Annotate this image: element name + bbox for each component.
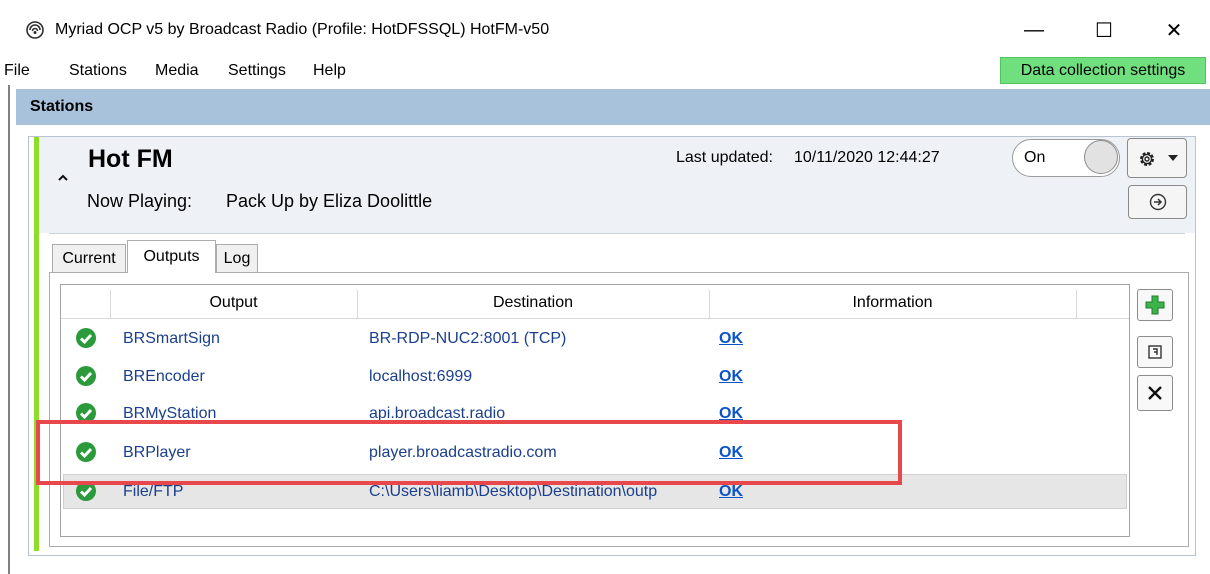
menu-media[interactable]: Media xyxy=(155,62,199,80)
gear-icon xyxy=(1140,152,1154,166)
toggle-label: On xyxy=(1024,149,1046,166)
last-updated-value: 10/11/2020 12:44:27 xyxy=(794,149,940,166)
close-button[interactable]: ✕ xyxy=(1151,13,1197,47)
now-playing-value: Pack Up by Eliza Doolittle xyxy=(226,191,433,211)
window-title: Myriad OCP v5 by Broadcast Radio (Profil… xyxy=(55,21,550,38)
row-output[interactable]: BREncoder xyxy=(123,368,205,386)
delete-output-button[interactable] xyxy=(1137,375,1173,411)
data-collection-settings-button[interactable]: Data collection settings xyxy=(1000,57,1206,84)
column-header-information[interactable]: Information xyxy=(709,294,1076,312)
add-output-button[interactable] xyxy=(1137,289,1173,321)
arrow-right-circle-icon xyxy=(1149,193,1166,211)
settings-dropdown-button[interactable] xyxy=(1127,138,1187,178)
chevron-up-icon[interactable] xyxy=(55,170,71,186)
edit-icon xyxy=(1148,345,1162,359)
chevron-down-icon xyxy=(1168,155,1178,161)
menu-stations[interactable]: Stations xyxy=(69,62,127,80)
menu-file[interactable]: File xyxy=(4,62,30,80)
plus-icon xyxy=(1145,295,1165,315)
minimize-button[interactable]: — xyxy=(1011,13,1057,47)
row-info-link[interactable]: OK xyxy=(719,368,743,386)
check-circle-icon xyxy=(76,366,96,386)
menu-settings[interactable]: Settings xyxy=(228,62,286,80)
row-destination[interactable]: C:\Users\liamb\Desktop\Destination\outp xyxy=(369,483,707,501)
row-destination[interactable]: BR-RDP-NUC2:8001 (TCP) xyxy=(369,330,707,348)
maximize-button[interactable]: ☐ xyxy=(1081,13,1127,47)
menu-help[interactable]: Help xyxy=(313,62,346,80)
station-name: Hot FM xyxy=(88,145,173,173)
row-info-link[interactable]: OK xyxy=(719,483,743,501)
row-destination[interactable]: localhost:6999 xyxy=(369,368,707,386)
now-playing-label: Now Playing: xyxy=(87,191,193,211)
go-to-station-button[interactable] xyxy=(1128,185,1187,219)
window-edge xyxy=(8,85,10,574)
stations-title: Stations xyxy=(30,98,94,115)
column-header-output[interactable]: Output xyxy=(110,294,357,312)
highlight-annotation xyxy=(36,420,902,485)
column-separator xyxy=(1076,290,1077,318)
stations-header xyxy=(16,89,1210,125)
app-logo-icon xyxy=(26,21,44,39)
check-circle-icon xyxy=(76,328,96,348)
last-updated-label: Last updated: xyxy=(676,149,773,166)
row-output[interactable]: File/FTP xyxy=(123,483,183,501)
column-header-destination[interactable]: Destination xyxy=(357,294,709,312)
tab-outputs[interactable]: Outputs xyxy=(127,240,216,273)
row-info-link[interactable]: OK xyxy=(719,330,743,348)
toggle-knob[interactable] xyxy=(1084,140,1118,174)
row-output[interactable]: BRSmartSign xyxy=(123,330,220,348)
edit-output-button[interactable] xyxy=(1137,336,1173,368)
tab-current[interactable]: Current xyxy=(52,244,126,272)
tab-log[interactable]: Log xyxy=(216,244,258,272)
header-divider xyxy=(49,233,1185,234)
close-icon xyxy=(1148,386,1162,400)
